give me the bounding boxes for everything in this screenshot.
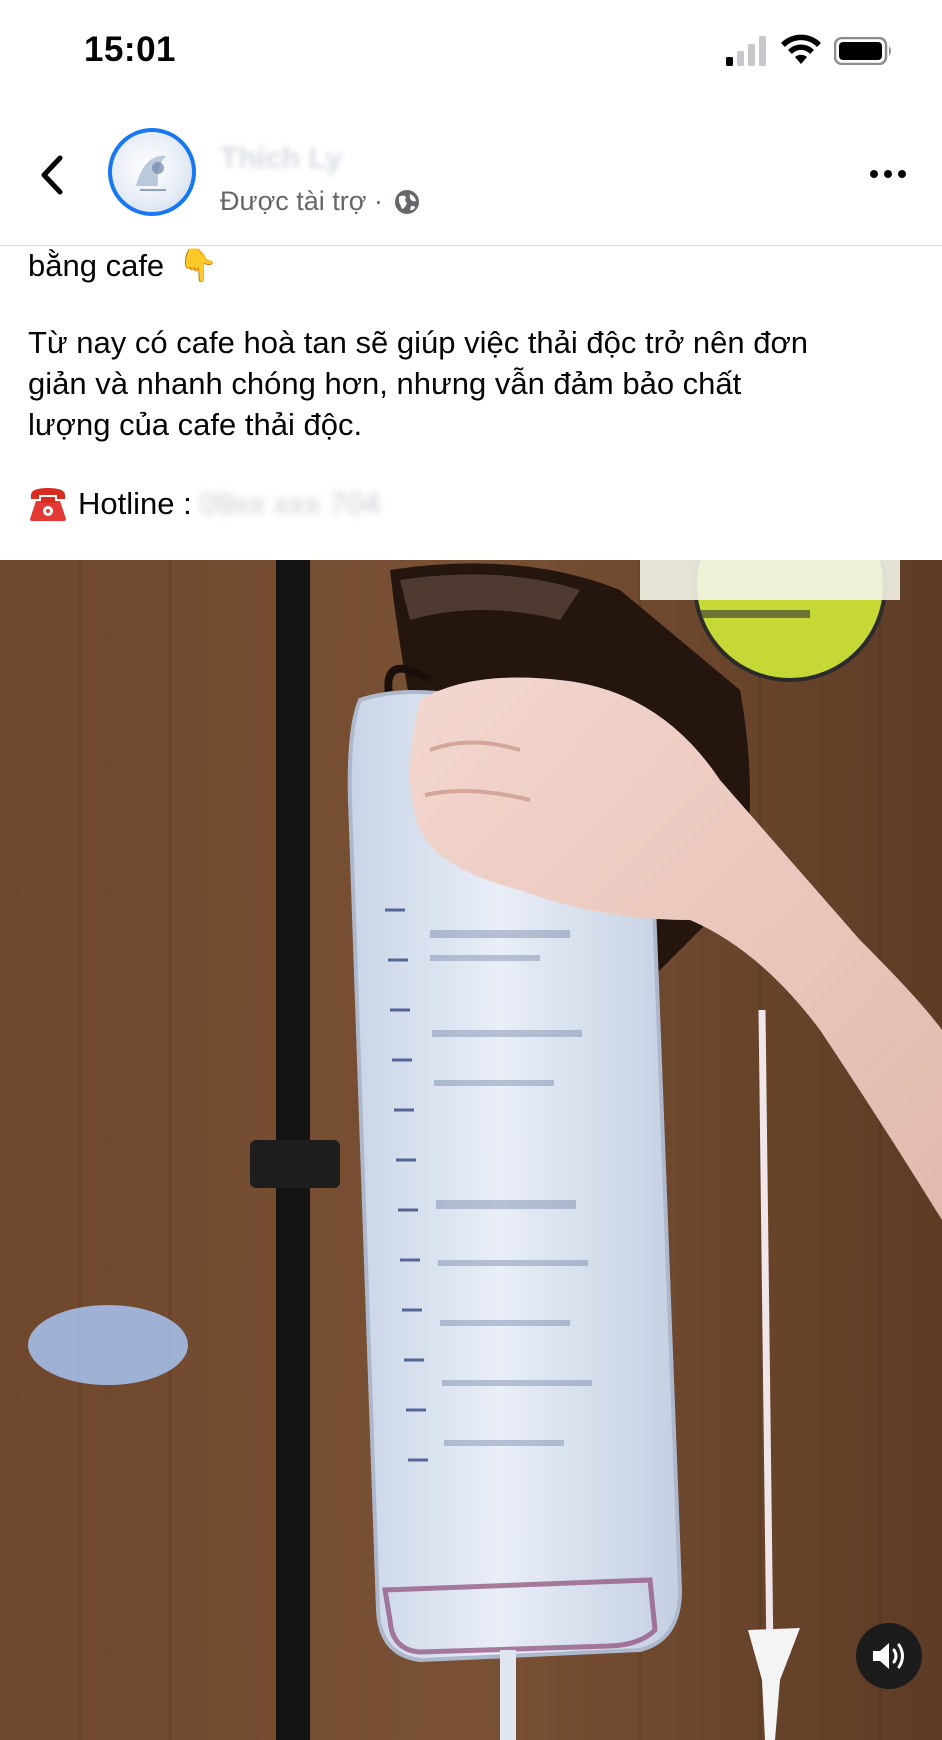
cellular-signal-icon — [726, 36, 766, 66]
speaker-volume-icon — [873, 1643, 904, 1669]
battery-icon — [834, 37, 891, 65]
wifi-icon — [781, 34, 821, 64]
post-paragraph: Từ nay có cafe hoà tan sẽ giúp việc thải… — [28, 322, 918, 445]
more-dots-icon — [870, 170, 878, 178]
paragraph-line: lượng của cafe thải độc. — [28, 407, 363, 442]
page-name[interactable]: Thích Ly — [220, 142, 342, 176]
telephone-icon — [30, 487, 66, 521]
hotline-row: Hotline : 09xx xxx 704 — [28, 483, 918, 524]
more-options-button[interactable] — [862, 162, 914, 186]
status-bar: 15:01 — [0, 0, 942, 105]
post-video[interactable] — [0, 560, 942, 1740]
back-button[interactable] — [30, 150, 74, 200]
paragraph-line: giản và nhanh chóng hơn, nhưng vẫn đảm b… — [28, 366, 742, 401]
paragraph-line: Từ nay có cafe hoà tan sẽ giúp việc thải… — [28, 325, 809, 360]
sponsored-label: Được tài trợ · — [220, 186, 383, 216]
globe-icon — [395, 189, 419, 214]
hotline-label: Hotline : — [78, 486, 192, 521]
sound-toggle-button[interactable] — [856, 1623, 922, 1689]
post-line-top: bằng cafe 👇 — [28, 245, 918, 286]
avatar-logo — [136, 155, 166, 191]
status-time: 15:01 — [84, 30, 177, 69]
sponsored-row: Được tài trợ · — [220, 186, 421, 217]
chevron-left-icon — [41, 155, 63, 195]
post-header: Thích Ly Được tài trợ · — [0, 110, 942, 246]
pointing-down-emoji: 👇 — [178, 247, 219, 283]
post-line-top-text: bằng cafe — [28, 248, 165, 283]
video-frame — [0, 560, 942, 1740]
post-text: bằng cafe 👇 Từ nay có cafe hoà tan sẽ gi… — [28, 245, 918, 524]
page-avatar[interactable] — [108, 128, 196, 216]
hotline-number[interactable]: 09xx xxx 704 — [200, 483, 381, 524]
